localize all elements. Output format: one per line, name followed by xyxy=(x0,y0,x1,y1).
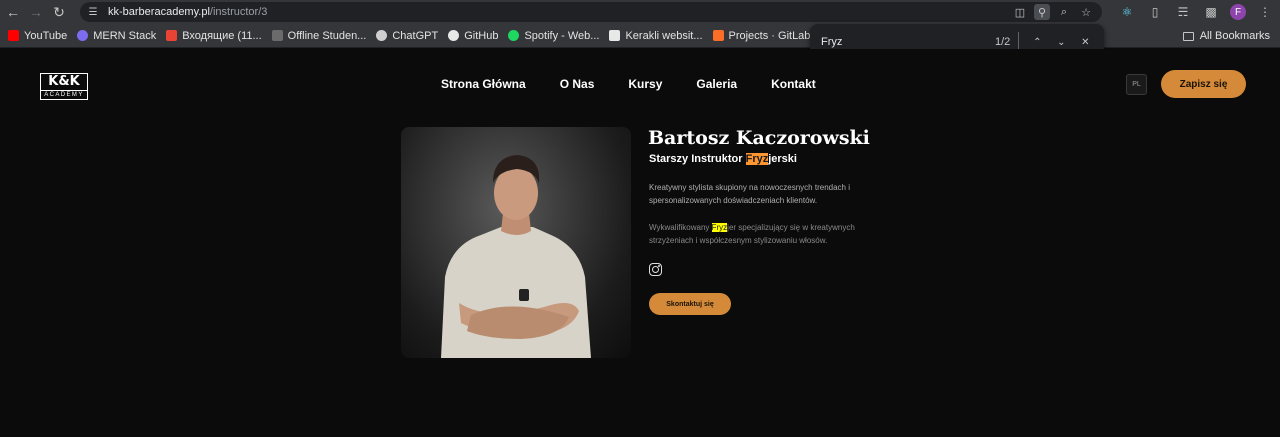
folder-icon xyxy=(1182,31,1194,41)
bookmark-kerakli[interactable]: Kerakli websit... xyxy=(609,30,703,42)
translate-icon[interactable]: ☴ xyxy=(1174,3,1192,21)
nav-courses[interactable]: Kursy xyxy=(628,77,662,91)
gmail-icon xyxy=(166,30,178,41)
bookmark-star-icon[interactable]: ☆ xyxy=(1078,4,1094,20)
spotify-icon xyxy=(508,30,520,41)
nav-gallery[interactable]: Galeria xyxy=(696,77,737,91)
profile-avatar[interactable]: F xyxy=(1230,4,1246,20)
instructor-description: Kreatywny stylista skupiony na nowoczesn… xyxy=(649,183,850,205)
back-icon[interactable]: ← xyxy=(3,2,23,22)
enroll-button[interactable]: Zapisz się xyxy=(1161,70,1246,98)
main-nav: Strona Główna O Nas Kursy Galeria Kontak… xyxy=(441,77,850,91)
zoom-icon[interactable]: ⌕ xyxy=(1056,4,1072,20)
instructor-qualification: Wykwalifikowany Fryzjer specjalizujący s… xyxy=(649,223,855,245)
all-bookmarks[interactable]: All Bookmarks xyxy=(1182,30,1270,42)
url-text[interactable]: kk-barberacademy.pl/instructor/3 xyxy=(108,6,267,18)
offline-icon xyxy=(271,30,283,41)
instagram-icon[interactable] xyxy=(649,263,662,276)
find-match: Fryz xyxy=(711,223,728,232)
youtube-icon xyxy=(8,30,19,41)
site-settings-icon[interactable]: ☰ xyxy=(86,5,100,19)
notion-icon xyxy=(609,30,621,41)
gitlab-icon xyxy=(712,30,724,41)
bookmark-spotify[interactable]: Spotify - Web... xyxy=(508,30,599,42)
mern-icon xyxy=(77,30,89,41)
react-devtools-icon[interactable]: ⚛ xyxy=(1118,3,1136,21)
menu-icon[interactable]: ⋮ xyxy=(1256,3,1274,21)
find-in-page-icon[interactable]: ⚲ xyxy=(1034,4,1050,20)
media-icon[interactable]: ▩ xyxy=(1202,3,1220,21)
address-bar[interactable]: ☰ kk-barberacademy.pl/instructor/3 ◫ ⚲ ⌕… xyxy=(80,2,1102,22)
page-content: K&K ACADEMY Strona Główna O Nas Kursy Ga… xyxy=(0,49,1280,437)
extensions-icon[interactable]: ▯ xyxy=(1146,3,1164,21)
reload-icon[interactable]: ↻ xyxy=(49,2,69,22)
bookmark-offline[interactable]: Offline Studen... xyxy=(271,30,366,42)
find-match-current: Fryz xyxy=(745,153,769,165)
bookmark-github[interactable]: GitHub xyxy=(448,30,498,42)
nav-home[interactable]: Strona Główna xyxy=(441,77,526,91)
bookmark-gmail[interactable]: Входящие (11... xyxy=(166,30,262,42)
language-switch[interactable]: PL xyxy=(1126,74,1147,95)
instructor-photo xyxy=(401,127,631,358)
bookmark-youtube[interactable]: YouTube xyxy=(8,30,67,42)
bookmark-chatgpt[interactable]: ChatGPT xyxy=(376,30,438,42)
instructor-role: Starszy Instruktor Fryzjerski xyxy=(649,153,797,165)
nav-about[interactable]: O Nas xyxy=(560,77,595,91)
find-input[interactable]: Fryz xyxy=(821,36,971,48)
instructor-portrait-illustration xyxy=(441,155,591,358)
browser-toolbar: ← → ↻ ☰ kk-barberacademy.pl/instructor/3… xyxy=(0,0,1280,24)
find-match-count: 1/2 xyxy=(995,36,1011,48)
bookmark-mern[interactable]: MERN Stack xyxy=(77,30,156,42)
chatgpt-icon xyxy=(376,30,388,41)
nav-contact[interactable]: Kontakt xyxy=(771,77,816,91)
bookmark-gitlab[interactable]: Projects · GitLab xyxy=(712,30,810,42)
contact-button[interactable]: Skontaktuj się xyxy=(649,293,731,315)
github-icon xyxy=(448,30,460,41)
cast-icon[interactable]: ◫ xyxy=(1012,4,1028,20)
forward-icon[interactable]: → xyxy=(26,2,46,22)
instructor-name: Bartosz Kaczorowski xyxy=(648,127,870,149)
academy-logo[interactable]: K&K ACADEMY xyxy=(40,73,88,100)
